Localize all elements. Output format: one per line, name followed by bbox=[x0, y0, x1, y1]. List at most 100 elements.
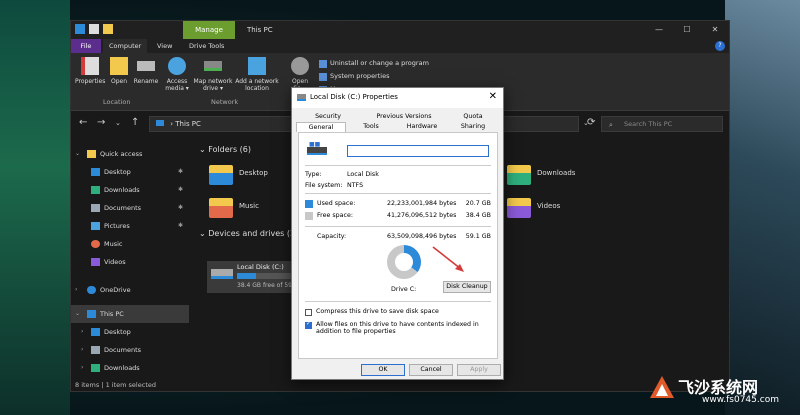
chevron-down-icon: ⌄ bbox=[199, 229, 209, 238]
folder-downloads[interactable]: Downloads bbox=[507, 163, 607, 189]
chevron-down-icon[interactable]: ⌄ bbox=[75, 145, 80, 163]
folder-name: Videos bbox=[537, 202, 561, 210]
sidebar-label: Pictures bbox=[104, 222, 130, 230]
close-icon[interactable]: ✕ bbox=[701, 21, 729, 39]
videos-folder-icon bbox=[507, 198, 531, 218]
properties-icon[interactable] bbox=[89, 24, 99, 34]
desktop-icon bbox=[91, 328, 100, 336]
file-system-label: File system: bbox=[305, 182, 343, 189]
folders-section-header[interactable]: ⌄ Folders (6) bbox=[199, 145, 251, 154]
uninstall-program-command[interactable]: Uninstall or change a program bbox=[319, 57, 429, 70]
drive-local-disk-c[interactable]: Local Disk (C:) 38.4 GB free of 59.1 GB bbox=[207, 261, 293, 293]
used-space-swatch bbox=[305, 200, 313, 208]
sidebar-item-quick-access[interactable]: ⌄ Quick access bbox=[71, 145, 189, 163]
chevron-right-icon[interactable]: › bbox=[75, 281, 77, 299]
tab-view[interactable]: View bbox=[151, 39, 178, 53]
add-network-location-button[interactable]: Add a network location bbox=[235, 57, 279, 92]
folder-videos[interactable]: Videos bbox=[507, 196, 607, 222]
access-media-button[interactable]: Access media ▾ bbox=[163, 57, 191, 92]
drive-label-input[interactable] bbox=[347, 145, 489, 157]
sidebar-item-downloads[interactable]: Downloads ✱ bbox=[71, 181, 189, 199]
tab-sharing[interactable]: Sharing bbox=[448, 122, 498, 132]
compress-checkbox[interactable] bbox=[305, 309, 312, 316]
folder-name: Desktop bbox=[239, 169, 268, 177]
tab-security[interactable]: Security bbox=[296, 112, 360, 122]
up-arrow-icon[interactable]: ↑ bbox=[131, 117, 139, 128]
forward-arrow-icon[interactable]: → bbox=[97, 117, 105, 128]
back-arrow-icon[interactable]: ← bbox=[79, 117, 87, 128]
general-panel: ■■ Type: Local Disk File system: NTFS Us… bbox=[298, 132, 498, 359]
sidebar-item-music[interactable]: Music bbox=[71, 235, 189, 253]
quick-access-toolbar bbox=[75, 24, 113, 34]
capacity-bytes: 63,509,098,496 bytes bbox=[387, 233, 457, 240]
sidebar-item-pictures[interactable]: Pictures ✱ bbox=[71, 217, 189, 235]
divider bbox=[305, 165, 491, 166]
folder-icon[interactable] bbox=[103, 24, 113, 34]
chevron-right-icon[interactable]: › bbox=[81, 359, 83, 377]
download-icon bbox=[91, 186, 100, 194]
chevron-down-icon[interactable]: ⌄ bbox=[75, 305, 80, 323]
cloud-icon bbox=[87, 286, 96, 294]
sidebar-item-pc-documents[interactable]: › Documents bbox=[71, 341, 189, 359]
properties-button[interactable]: Properties bbox=[75, 57, 105, 85]
help-icon[interactable]: ? bbox=[715, 41, 725, 51]
cancel-button[interactable]: Cancel bbox=[409, 364, 453, 376]
ok-button[interactable]: OK bbox=[361, 364, 405, 376]
search-placeholder: Search This PC bbox=[624, 120, 673, 128]
search-input[interactable]: Search This PC bbox=[601, 116, 723, 132]
tab-previous-versions[interactable]: Previous Versions bbox=[360, 112, 448, 122]
pin-icon[interactable]: ✱ bbox=[178, 217, 183, 235]
sidebar-item-pc-desktop[interactable]: › Desktop bbox=[71, 323, 189, 341]
sidebar-item-desktop[interactable]: Desktop ✱ bbox=[71, 163, 189, 181]
close-icon[interactable]: ✕ bbox=[489, 91, 497, 102]
devices-header-label: Devices and drives (2) bbox=[208, 229, 299, 238]
tab-general[interactable]: General bbox=[296, 122, 346, 132]
type-label: Type: bbox=[305, 171, 322, 178]
drive-icon bbox=[297, 94, 306, 101]
sidebar-item-documents[interactable]: Documents ✱ bbox=[71, 199, 189, 217]
tab-quota[interactable]: Quota bbox=[448, 112, 498, 122]
folders-header-label: Folders (6) bbox=[208, 145, 252, 154]
map-network-drive-button[interactable]: Map network drive ▾ bbox=[193, 57, 233, 92]
index-checkbox[interactable] bbox=[305, 320, 312, 329]
chevron-right-icon[interactable]: › bbox=[81, 323, 83, 341]
tab-computer[interactable]: Computer bbox=[103, 39, 148, 53]
chevron-right-icon[interactable]: › bbox=[81, 341, 83, 359]
pin-icon[interactable]: ✱ bbox=[178, 163, 183, 181]
chevron-down-icon: ⌄ bbox=[199, 145, 209, 154]
tab-hardware[interactable]: Hardware bbox=[396, 122, 448, 132]
pin-icon[interactable]: ✱ bbox=[178, 181, 183, 199]
sidebar-item-onedrive[interactable]: › OneDrive bbox=[71, 281, 189, 299]
open-button[interactable]: Open bbox=[107, 57, 131, 85]
file-system-value: NTFS bbox=[347, 182, 364, 189]
watermark-url: www.fs0745.com bbox=[702, 395, 779, 405]
apply-button[interactable]: Apply bbox=[457, 364, 501, 376]
refresh-icon[interactable]: ⟳ bbox=[587, 117, 595, 128]
access-media-label: Access media ▾ bbox=[165, 78, 189, 92]
sidebar-item-pc-downloads[interactable]: › Downloads bbox=[71, 359, 189, 377]
tab-manage[interactable]: Manage bbox=[183, 21, 235, 39]
sidebar-item-this-pc[interactable]: ⌄ This PC bbox=[71, 305, 189, 323]
monitor-icon bbox=[156, 120, 164, 126]
sidebar-item-videos[interactable]: Videos bbox=[71, 253, 189, 271]
tab-tools[interactable]: Tools bbox=[346, 122, 396, 132]
map-network-drive-label: Map network drive ▾ bbox=[193, 78, 233, 92]
chevron-down-icon[interactable]: ⌄ bbox=[115, 119, 121, 127]
minimize-icon[interactable]: — bbox=[645, 21, 673, 39]
pin-icon[interactable]: ✱ bbox=[178, 199, 183, 217]
tab-drive-tools[interactable]: Drive Tools bbox=[183, 39, 230, 53]
monitor-icon bbox=[87, 310, 96, 318]
type-value: Local Disk bbox=[347, 171, 379, 178]
drive-name: Local Disk (C:) bbox=[237, 263, 284, 271]
disk-cleanup-button[interactable]: Disk Cleanup bbox=[443, 281, 491, 293]
sidebar-label: Videos bbox=[104, 258, 126, 266]
breadcrumb-chevron-icon: › bbox=[170, 120, 174, 128]
document-icon bbox=[91, 204, 100, 212]
rename-button[interactable]: Rename bbox=[131, 57, 161, 85]
system-properties-command[interactable]: System properties bbox=[319, 70, 429, 83]
devices-section-header[interactable]: ⌄ Devices and drives (2) bbox=[199, 229, 298, 238]
sidebar-label: Quick access bbox=[100, 150, 143, 158]
tab-file[interactable]: File bbox=[71, 39, 101, 53]
used-space-gb: 20.7 GB bbox=[465, 200, 491, 207]
maximize-icon[interactable]: ☐ bbox=[673, 21, 701, 39]
